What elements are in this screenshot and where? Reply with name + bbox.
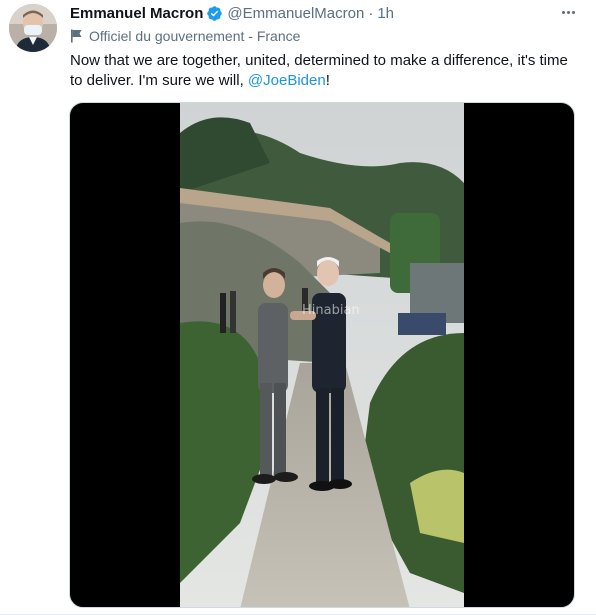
tweet-timestamp[interactable]: 1h (377, 5, 394, 22)
verified-badge-icon (206, 5, 223, 22)
tweet-header: Emmanuel Macron @EmmanuelMacron · 1h (70, 2, 394, 24)
separator-dot: · (368, 4, 374, 22)
author-name[interactable]: Emmanuel Macron (70, 5, 203, 22)
more-horizontal-icon[interactable] (558, 4, 578, 20)
tweet-text-end: ! (325, 72, 330, 89)
government-flag-icon (70, 29, 83, 43)
government-label[interactable]: Officiel du gouvernement - France (70, 27, 300, 45)
tweet-container[interactable]: Emmanuel Macron @EmmanuelMacron · 1h Off… (0, 0, 596, 615)
video-player[interactable]: Hinabian (69, 102, 575, 608)
video-frame: Hinabian (180, 103, 464, 607)
government-label-text: Officiel du gouvernement - France (89, 28, 301, 44)
mention-link[interactable]: @JoeBiden (248, 72, 326, 89)
author-handle[interactable]: @EmmanuelMacron (227, 5, 364, 22)
video-watermark: Hinabian (302, 303, 360, 318)
video-scene (180, 103, 464, 607)
avatar-image (9, 4, 57, 52)
tweet-text: Now that we are together, united, determ… (70, 51, 576, 91)
avatar[interactable] (9, 4, 57, 52)
